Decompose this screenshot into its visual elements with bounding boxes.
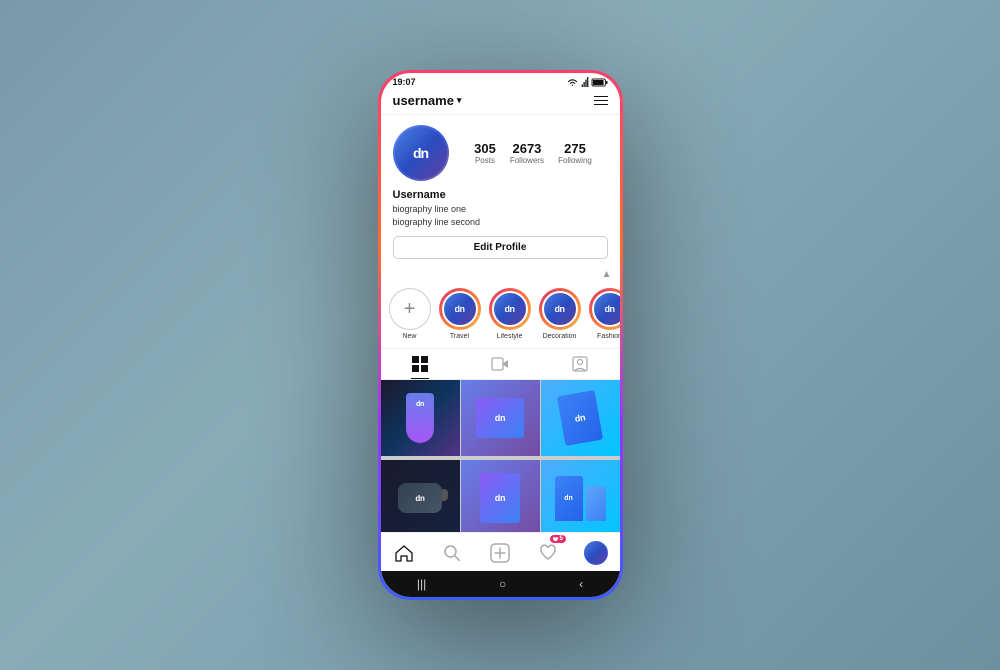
android-back-button[interactable]: ‹ bbox=[579, 577, 583, 591]
nav-home[interactable] bbox=[390, 539, 418, 567]
story-avatar-ring: dn bbox=[439, 288, 481, 330]
android-home-button[interactable]: ○ bbox=[499, 577, 506, 591]
collapse-section: ▲ bbox=[381, 267, 620, 282]
posts-stat: 305 Posts bbox=[474, 141, 496, 165]
story-label-travel: Travel bbox=[450, 333, 469, 340]
story-avatar-inner: dn bbox=[442, 291, 478, 327]
bio-line2: biography line second bbox=[393, 216, 608, 229]
wifi-icon bbox=[567, 78, 578, 87]
photo-grid-section: dn dn dn bbox=[381, 380, 620, 532]
followers-stat[interactable]: 2673 Followers bbox=[510, 141, 544, 165]
story-label-decoration: Decoration bbox=[543, 333, 577, 340]
story-decoration[interactable]: dn Decoration bbox=[539, 288, 581, 340]
following-count: 275 bbox=[564, 141, 586, 156]
bio: biography line one biography line second bbox=[393, 203, 608, 228]
story-lifestyle[interactable]: dn Lifestyle bbox=[489, 288, 531, 340]
heart-badge-icon bbox=[553, 537, 558, 542]
person-tag-icon bbox=[572, 356, 588, 372]
grid-item-4[interactable]: dn bbox=[381, 460, 460, 532]
android-menu-button[interactable]: ||| bbox=[417, 577, 426, 591]
story-avatar-ring: dn bbox=[589, 288, 620, 330]
profile-section: dn 305 Posts 2673 Followers 275 Followin… bbox=[381, 115, 620, 267]
profile-top: dn 305 Posts 2673 Followers 275 Followin… bbox=[393, 125, 608, 181]
grid-item-6[interactable]: dn bbox=[541, 460, 620, 532]
stats-row: 305 Posts 2673 Followers 275 Following bbox=[459, 141, 608, 165]
heart-badge-count: 5 bbox=[559, 536, 562, 542]
stories-row: + New dn Travel dn Lifestyle bbox=[389, 288, 612, 340]
posts-count: 305 bbox=[474, 141, 496, 156]
content-tabs bbox=[381, 349, 620, 380]
profile-avatar-small bbox=[584, 541, 608, 565]
plus-icon: + bbox=[404, 299, 416, 319]
home-icon bbox=[395, 544, 413, 562]
nav-search[interactable] bbox=[438, 539, 466, 567]
posts-label: Posts bbox=[475, 156, 495, 165]
bottom-navigation: 5 bbox=[381, 532, 620, 571]
photo-grid: dn dn dn bbox=[381, 380, 620, 532]
android-navigation: ||| ○ ‹ bbox=[381, 571, 620, 597]
nav-profile[interactable] bbox=[582, 539, 610, 567]
edit-profile-button[interactable]: Edit Profile bbox=[393, 236, 608, 259]
story-travel[interactable]: dn Travel bbox=[439, 288, 481, 340]
following-stat[interactable]: 275 Following bbox=[558, 141, 592, 165]
heart-icon bbox=[539, 544, 557, 562]
avatar-ring: dn bbox=[393, 125, 449, 181]
display-name: Username bbox=[393, 189, 608, 201]
avatar-text: dn bbox=[413, 145, 428, 161]
status-bar: 19:07 bbox=[381, 73, 620, 89]
phone-mockup: 19:07 bbox=[378, 70, 623, 600]
battery-icon bbox=[592, 78, 608, 87]
following-label: Following bbox=[558, 156, 592, 165]
profile-info: Username biography line one biography li… bbox=[393, 189, 608, 228]
story-avatar-ring: dn bbox=[539, 288, 581, 330]
status-icons bbox=[567, 77, 608, 87]
username-dropdown[interactable]: username bbox=[393, 93, 462, 108]
hamburger-line bbox=[594, 96, 608, 98]
add-icon bbox=[490, 543, 510, 563]
video-icon bbox=[492, 356, 508, 372]
signal-icon bbox=[581, 77, 589, 87]
grid-item-5[interactable]: dn bbox=[461, 460, 540, 532]
hamburger-line bbox=[594, 100, 608, 102]
story-new-label: New bbox=[402, 333, 416, 340]
avatar[interactable]: dn bbox=[395, 127, 447, 179]
story-label-fashion: Fashion bbox=[597, 333, 619, 340]
phone-screen: 19:07 bbox=[381, 73, 620, 597]
grid-item-1[interactable]: dn bbox=[381, 380, 460, 459]
tab-tagged[interactable] bbox=[571, 355, 589, 373]
grid-icon bbox=[412, 356, 428, 372]
followers-count: 2673 bbox=[512, 141, 541, 156]
hamburger-line bbox=[594, 104, 608, 106]
story-avatar-ring: dn bbox=[489, 288, 531, 330]
new-story-button[interactable]: + bbox=[389, 288, 431, 330]
nav-heart[interactable]: 5 bbox=[534, 539, 562, 567]
menu-button[interactable] bbox=[594, 96, 608, 106]
followers-label: Followers bbox=[510, 156, 544, 165]
story-avatar-inner: dn bbox=[592, 291, 620, 327]
grid-item-2[interactable]: dn bbox=[461, 380, 540, 459]
collapse-icon[interactable]: ▲ bbox=[602, 269, 612, 280]
story-avatar-inner: dn bbox=[492, 291, 528, 327]
grid-item-3[interactable]: dn bbox=[541, 380, 620, 459]
status-time: 19:07 bbox=[393, 77, 416, 87]
tab-video[interactable] bbox=[491, 355, 509, 373]
stories-section: + New dn Travel dn Lifestyle bbox=[381, 282, 620, 349]
nav-add[interactable] bbox=[486, 539, 514, 567]
story-avatar-inner: dn bbox=[542, 291, 578, 327]
bio-line1: biography line one bbox=[393, 203, 608, 216]
profile-header: username bbox=[381, 89, 620, 115]
story-fashion[interactable]: dn Fashion bbox=[589, 288, 620, 340]
tab-grid[interactable] bbox=[411, 355, 429, 373]
username-text: username bbox=[393, 93, 454, 108]
heart-notification-badge: 5 bbox=[550, 535, 565, 543]
search-icon bbox=[443, 544, 461, 562]
story-label-lifestyle: Lifestyle bbox=[497, 333, 523, 340]
new-story-item[interactable]: + New bbox=[389, 288, 431, 340]
